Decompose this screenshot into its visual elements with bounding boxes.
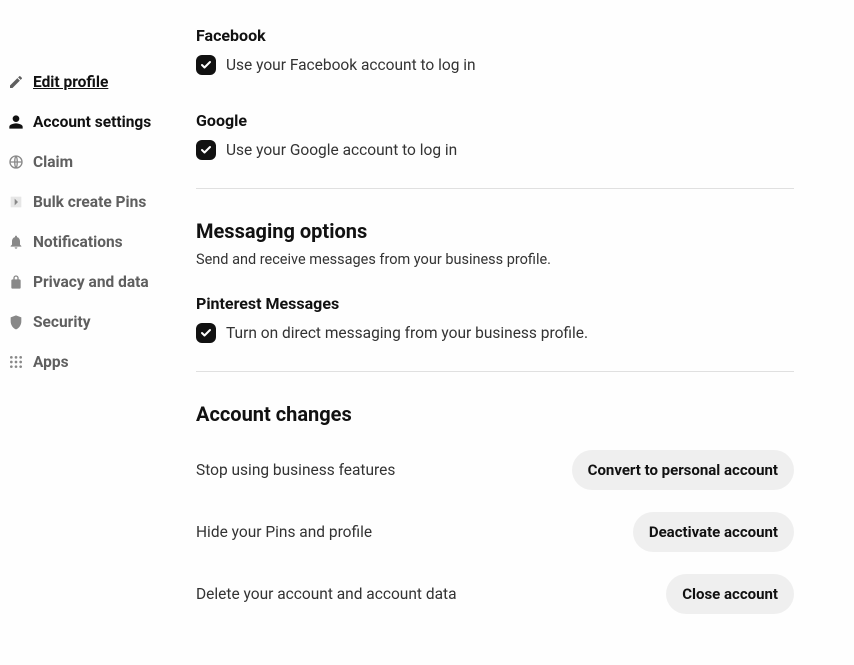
close-account-row: Delete your account and account data Clo…: [196, 574, 794, 614]
check-icon: [200, 144, 212, 156]
pinterest-messages-checkbox[interactable]: [196, 323, 216, 343]
main-content: Facebook Use your Facebook account to lo…: [196, 0, 854, 665]
sidebar-item-label: Privacy and data: [33, 273, 149, 291]
sidebar-item-label: Bulk create Pins: [33, 193, 146, 211]
sidebar-item-edit-profile[interactable]: Edit profile: [8, 62, 196, 102]
divider: [196, 371, 794, 372]
sidebar-item-account-settings[interactable]: Account settings: [8, 102, 196, 142]
sidebar-item-notifications[interactable]: Notifications: [8, 222, 196, 262]
google-checkbox[interactable]: [196, 140, 216, 160]
divider: [196, 188, 794, 189]
deactivate-account-row: Hide your Pins and profile Deactivate ac…: [196, 512, 794, 552]
close-account-button[interactable]: Close account: [666, 574, 794, 614]
sidebar-item-bulk-create-pins[interactable]: Bulk create Pins: [8, 182, 196, 222]
sidebar-item-apps[interactable]: Apps: [8, 342, 196, 382]
pinterest-messages-checkbox-label: Turn on direct messaging from your busin…: [226, 324, 588, 342]
deactivate-account-label: Hide your Pins and profile: [196, 523, 372, 541]
pinterest-messages-title: Pinterest Messages: [196, 294, 794, 313]
facebook-checkbox-row: Use your Facebook account to log in: [196, 55, 794, 75]
bell-icon: [8, 234, 24, 250]
account-changes-section: Account changes Stop using business feat…: [196, 402, 794, 614]
check-icon: [200, 327, 212, 339]
shield-icon: [8, 314, 24, 330]
sidebar-item-label: Security: [33, 313, 91, 331]
check-icon: [200, 59, 212, 71]
facebook-title: Facebook: [196, 26, 794, 45]
sidebar-item-label: Account settings: [33, 113, 151, 131]
sidebar-item-privacy-and-data[interactable]: Privacy and data: [8, 262, 196, 302]
google-title: Google: [196, 111, 794, 130]
pinterest-messages-option: Pinterest Messages Turn on direct messag…: [196, 294, 794, 343]
facebook-checkbox[interactable]: [196, 55, 216, 75]
arrow-right-box-icon: [8, 194, 24, 210]
sidebar-item-label: Claim: [33, 153, 73, 171]
convert-to-personal-button[interactable]: Convert to personal account: [572, 450, 794, 490]
sidebar-item-security[interactable]: Security: [8, 302, 196, 342]
google-login-option: Google Use your Google account to log in: [196, 111, 794, 160]
messaging-section: Messaging options Send and receive messa…: [196, 219, 794, 343]
pencil-icon: [8, 74, 24, 90]
messaging-heading: Messaging options: [196, 219, 794, 243]
deactivate-account-button[interactable]: Deactivate account: [633, 512, 794, 552]
person-icon: [8, 114, 24, 130]
google-checkbox-label: Use your Google account to log in: [226, 141, 457, 159]
pinterest-messages-checkbox-row: Turn on direct messaging from your busin…: [196, 323, 794, 343]
close-account-label: Delete your account and account data: [196, 585, 457, 603]
facebook-login-option: Facebook Use your Facebook account to lo…: [196, 26, 794, 75]
messaging-description: Send and receive messages from your busi…: [196, 251, 794, 268]
sidebar: Edit profile Account settings Claim Bulk…: [0, 0, 196, 665]
grid-icon: [8, 354, 24, 370]
account-changes-heading: Account changes: [196, 402, 794, 426]
sidebar-item-label: Edit profile: [33, 73, 108, 91]
sidebar-item-claim[interactable]: Claim: [8, 142, 196, 182]
google-checkbox-row: Use your Google account to log in: [196, 140, 794, 160]
convert-account-row: Stop using business features Convert to …: [196, 450, 794, 490]
globe-icon: [8, 154, 24, 170]
sidebar-item-label: Apps: [33, 353, 69, 371]
convert-account-label: Stop using business features: [196, 461, 395, 479]
lock-icon: [8, 274, 24, 290]
facebook-checkbox-label: Use your Facebook account to log in: [226, 56, 476, 74]
sidebar-item-label: Notifications: [33, 233, 123, 251]
